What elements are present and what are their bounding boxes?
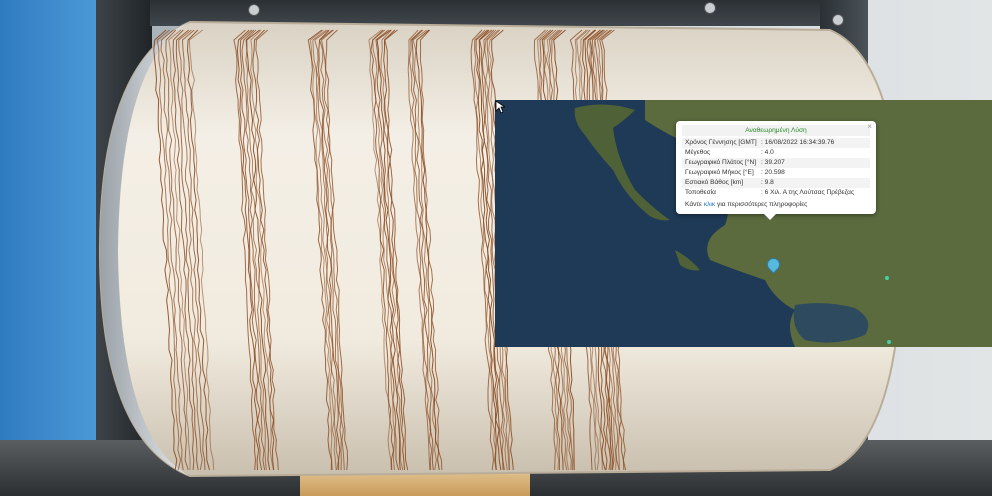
row-label: Χρόνος Γέννησης [GMT] bbox=[685, 139, 757, 146]
row-value: : 20.598 bbox=[761, 169, 785, 176]
popup-title: Αναθεωρημένη Λύση bbox=[682, 125, 870, 136]
more-info-link[interactable]: κλικ bbox=[704, 201, 715, 208]
footer-suffix: για περισσότερες πληροφορίες bbox=[717, 201, 808, 208]
popup-row: Χρόνος Γέννησης [GMT] : 16/08/2022 16:34… bbox=[682, 138, 870, 148]
earthquake-dot[interactable] bbox=[885, 276, 889, 280]
row-label: Γεωγραφικό Πλάτος [°N] bbox=[685, 159, 757, 166]
popup-table: Χρόνος Γέννησης [GMT] : 16/08/2022 16:34… bbox=[682, 138, 870, 198]
row-value: : 6 Χιλ. Α της Λούτσας Πρέβεζας bbox=[761, 189, 855, 196]
earthquake-popup: × Αναθεωρημένη Λύση Χρόνος Γέννησης [GMT… bbox=[676, 121, 876, 220]
close-icon[interactable]: × bbox=[867, 122, 872, 131]
row-value: : 16/08/2022 16:34:39.76 bbox=[761, 139, 835, 146]
row-label: Γεωγραφικό Μήκος [°E] bbox=[685, 169, 754, 176]
photo-scene: × Αναθεωρημένη Λύση Χρόνος Γέννησης [GMT… bbox=[0, 0, 992, 496]
row-label: Τοποθεσία bbox=[685, 189, 716, 196]
popup-row: Εστιακό Βάθος [km] : 9.8 bbox=[682, 178, 870, 188]
earthquake-dot[interactable] bbox=[887, 340, 891, 344]
popup-tail bbox=[764, 214, 776, 220]
row-label: Εστιακό Βάθος [km] bbox=[685, 179, 744, 186]
popup-footer: Κάντε κλικ για περισσότερες πληροφορίες bbox=[682, 201, 870, 208]
row-value: : 39.207 bbox=[761, 159, 785, 166]
popup-row: Γεωγραφικό Μήκος [°E] : 20.598 bbox=[682, 168, 870, 178]
row-value: : 4.0 bbox=[761, 149, 774, 156]
popup-row: Γεωγραφικό Πλάτος [°N] : 39.207 bbox=[682, 158, 870, 168]
row-value: : 9.8 bbox=[761, 179, 774, 186]
cursor-icon bbox=[495, 100, 505, 114]
earthquake-map[interactable]: × Αναθεωρημένη Λύση Χρόνος Γέννησης [GMT… bbox=[495, 100, 992, 347]
row-label: Μέγεθος bbox=[685, 149, 711, 156]
popup-row: Μέγεθος : 4.0 bbox=[682, 148, 870, 158]
popup-row: Τοποθεσία : 6 Χιλ. Α της Λούτσας Πρέβεζα… bbox=[682, 188, 870, 198]
footer-prefix: Κάντε bbox=[685, 201, 702, 208]
